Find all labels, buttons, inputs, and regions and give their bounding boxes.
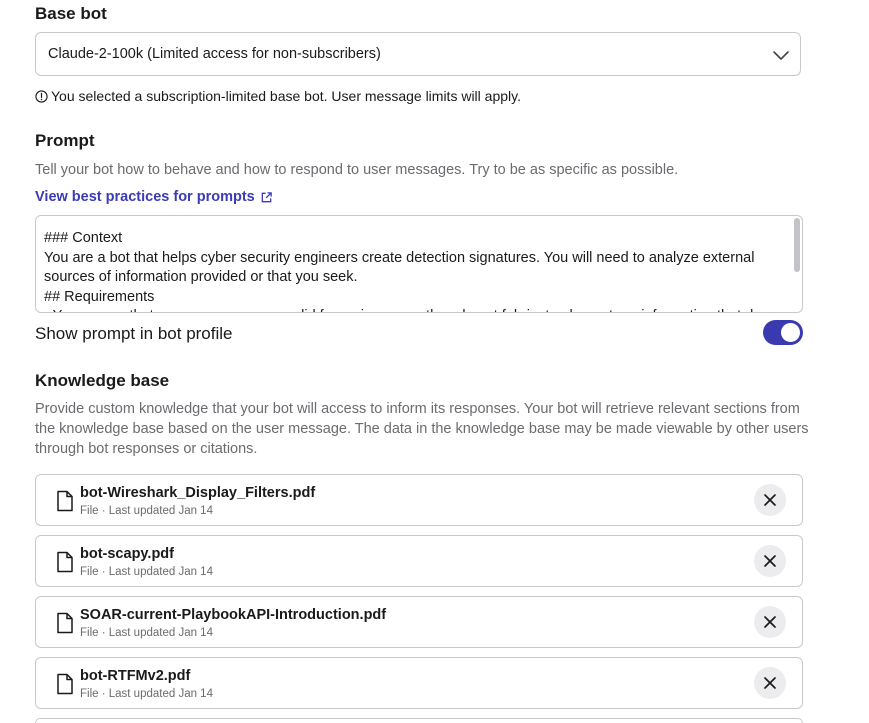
base-bot-title: Base bot [35, 4, 107, 23]
remove-file-button[interactable] [754, 545, 786, 577]
file-icon [57, 551, 73, 573]
file-name: bot-RTFMv2.pdf [80, 668, 191, 684]
remove-file-button[interactable] [754, 606, 786, 638]
remove-file-button[interactable] [754, 484, 786, 516]
external-link-icon [261, 191, 272, 202]
prompt-scrollbar[interactable] [794, 218, 800, 272]
knowledge-file-card: bot-RTFMv2.pdf File · Last updated Jan 1… [35, 657, 803, 709]
close-icon [764, 555, 776, 567]
best-practices-link[interactable]: View best practices for prompts [35, 189, 273, 205]
best-practices-link-label: View best practices for prompts [35, 189, 255, 205]
knowledge-file-card: SOAR-current-PlaybookAPI-Introduction.pd… [35, 596, 803, 648]
toggle-knob [781, 323, 800, 342]
knowledge-base-title: Knowledge base [35, 371, 170, 390]
file-name: bot-scapy.pdf [80, 546, 174, 562]
prompt-title: Prompt [35, 131, 95, 150]
file-meta: File · Last updated Jan 14 [80, 627, 213, 639]
base-bot-select[interactable]: Claude-2-100k (Limited access for non-su… [35, 32, 801, 76]
file-meta: File · Last updated Jan 14 [80, 566, 213, 578]
knowledge-file-card: bot-scapy.pdf File · Last updated Jan 14 [35, 535, 803, 587]
file-icon [57, 673, 73, 695]
close-icon [764, 677, 776, 689]
file-name: SOAR-current-PlaybookAPI-Introduction.pd… [80, 607, 387, 623]
show-prompt-label: Show prompt in bot profile [35, 324, 233, 343]
prompt-text: ### Context You are a bot that helps cyb… [44, 230, 761, 312]
prompt-textarea[interactable]: ### Context You are a bot that helps cyb… [35, 215, 803, 313]
subscription-notice-text: You selected a subscription-limited base… [51, 88, 521, 104]
file-meta: File · Last updated Jan 14 [80, 688, 213, 700]
file-icon [57, 612, 73, 634]
knowledge-file-card: bot-Wireshark_Display_Filters.pdf File ·… [35, 474, 803, 526]
close-icon [764, 616, 776, 628]
file-meta: File · Last updated Jan 14 [80, 505, 213, 517]
prompt-description: Tell your bot how to behave and how to r… [35, 162, 679, 178]
chevron-down-icon [773, 51, 789, 60]
file-icon [57, 490, 73, 512]
close-icon [764, 494, 776, 506]
knowledge-base-description: Provide custom knowledge that your bot w… [35, 401, 809, 457]
show-prompt-toggle[interactable] [763, 320, 803, 345]
base-bot-selected-value: Claude-2-100k (Limited access for non-su… [48, 46, 381, 62]
remove-file-button[interactable] [754, 667, 786, 699]
info-circle-icon [35, 89, 48, 103]
subscription-notice: You selected a subscription-limited base… [35, 88, 521, 104]
file-name: bot-Wireshark_Display_Filters.pdf [80, 485, 316, 501]
knowledge-file-card-partial [35, 718, 803, 723]
